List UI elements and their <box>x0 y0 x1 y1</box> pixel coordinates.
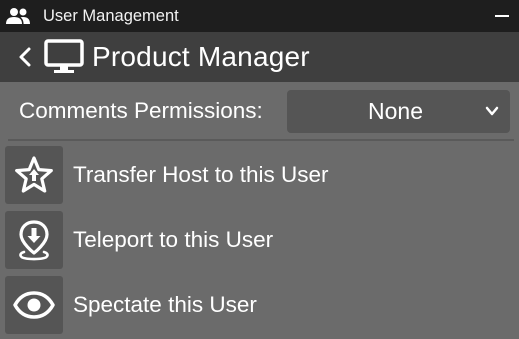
comments-permissions-row: Comments Permissions: None <box>0 82 519 139</box>
back-button[interactable] <box>10 37 40 77</box>
eye-icon <box>5 276 63 334</box>
page-title: Product Manager <box>92 41 310 72</box>
star-transfer-icon <box>5 146 63 204</box>
comments-permissions-label: Comments Permissions: <box>19 97 263 123</box>
transfer-host-button[interactable]: Transfer Host to this User <box>5 146 515 204</box>
divider <box>8 139 514 141</box>
minimize-button[interactable] <box>485 0 519 32</box>
users-icon <box>5 6 33 26</box>
window-title: User Management <box>43 6 179 25</box>
chevron-left-icon <box>19 47 31 67</box>
teleport-button[interactable]: Teleport to this User <box>5 211 515 269</box>
spectate-label: Spectate this User <box>73 292 257 317</box>
comments-permissions-value: None <box>368 98 423 124</box>
transfer-host-label: Transfer Host to this User <box>73 162 329 187</box>
spectate-button[interactable]: Spectate this User <box>5 276 515 334</box>
chevron-down-icon <box>485 106 499 116</box>
page-header: Product Manager <box>0 32 519 82</box>
minimize-icon <box>495 15 509 17</box>
location-pin-icon <box>5 211 63 269</box>
title-bar: User Management <box>0 0 519 32</box>
teleport-label: Teleport to this User <box>73 227 274 252</box>
user-management-window: User Management Product Manager Comments… <box>0 0 519 339</box>
comments-permissions-select[interactable]: None <box>287 90 510 133</box>
monitor-icon <box>44 37 86 77</box>
